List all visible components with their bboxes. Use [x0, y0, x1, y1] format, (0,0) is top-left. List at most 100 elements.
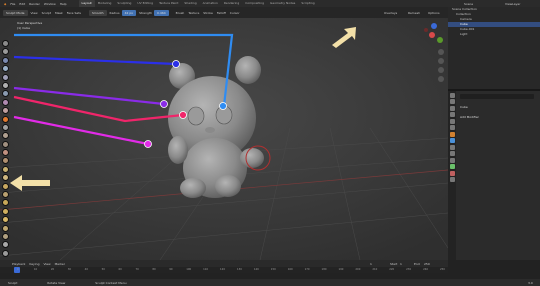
strength-field[interactable]: 0.464 [154, 9, 169, 16]
timeline-menu-marker[interactable]: Marker [55, 262, 65, 266]
tool-pose-brush-icon[interactable] [2, 199, 9, 207]
properties-search-input[interactable] [460, 94, 534, 99]
tool-layer-brush-icon[interactable] [2, 81, 9, 89]
menu-window[interactable]: Window [44, 2, 56, 6]
tool-crease-brush-icon[interactable] [2, 107, 9, 115]
menu-render[interactable]: Render [29, 2, 40, 6]
menu-view[interactable]: View [31, 11, 38, 15]
mode-selector[interactable]: Sculpt Mode [3, 9, 28, 16]
radius-field[interactable]: 42 px [121, 9, 137, 16]
physics-tab-icon[interactable] [449, 151, 455, 156]
timeline-header: Playback Keying View Marker 1 Start 1 En… [0, 260, 448, 267]
timeline-menu-view[interactable]: View [43, 262, 50, 266]
view-layer-tab-icon[interactable] [449, 112, 455, 117]
output-tab-icon[interactable] [449, 105, 455, 111]
tool-rotate-brush-icon[interactable] [2, 216, 9, 224]
world-tab-icon[interactable] [449, 125, 455, 130]
menu-face-sets[interactable]: Face Sets [67, 11, 81, 15]
texture-tab-icon[interactable] [449, 177, 455, 182]
properties-panel: Cube Add Modifier [448, 91, 540, 260]
material-tab-icon[interactable] [449, 170, 455, 176]
tab-rendering[interactable]: Rendering [221, 0, 242, 7]
tool-scrape-brush-icon[interactable] [2, 140, 9, 148]
tool-grab-brush-icon[interactable] [2, 165, 9, 173]
tool-simplify-brush-icon[interactable] [2, 249, 9, 257]
menu-brush[interactable]: Brush [176, 11, 185, 15]
menu-mask[interactable]: Mask [55, 11, 63, 15]
status-context-menu: Sculpt Context Menu [95, 280, 127, 285]
outliner-row[interactable]: Light [448, 32, 540, 37]
start-frame-field[interactable]: 1 [400, 262, 402, 266]
timeline-menu-keying[interactable]: Keying [29, 262, 39, 266]
tab-animation[interactable]: Animation [200, 0, 221, 7]
modifier-tab-icon[interactable] [449, 138, 455, 143]
object-tab-icon[interactable] [449, 131, 455, 137]
render-tab-icon[interactable] [449, 99, 455, 104]
properties-tabs [448, 91, 456, 260]
timeline-tick-label: 230 [406, 268, 412, 271]
menu-cursor[interactable]: Cursor [230, 11, 240, 15]
tool-draw-sharp-brush-icon[interactable] [2, 48, 9, 56]
strength-label: Strength [139, 10, 153, 15]
overlays-menu[interactable]: Overlays [384, 11, 397, 15]
timeline-ruler[interactable]: 0 10 20 30 40 50 60 70 80 90 100 110 120 130 140 150 160… [0, 267, 448, 273]
tab-scripting[interactable]: Scripting [298, 0, 317, 7]
constraints-tab-icon[interactable] [449, 157, 455, 163]
remesh-menu[interactable]: Remesh [408, 11, 420, 15]
particles-tab-icon[interactable] [449, 144, 455, 150]
menu-stroke[interactable]: Stroke [203, 11, 213, 15]
tab-sculpting[interactable]: Sculpting [114, 0, 134, 7]
timeline-tick-label: 190 [338, 268, 344, 271]
tool-draw-brush-icon[interactable] [2, 40, 9, 47]
add-modifier-button[interactable]: Add Modifier [460, 115, 479, 119]
blender-version: 3.0 [528, 280, 533, 285]
3d-viewport[interactable]: User Perspective (1) Cube [0, 18, 448, 260]
tab-compositing[interactable]: Compositing [242, 0, 267, 7]
highlight-arrow-top [332, 27, 356, 48]
tab-geometry-nodes[interactable]: Geometry Nodes [267, 0, 298, 7]
menu-texture[interactable]: Texture [188, 11, 199, 15]
menu-file[interactable]: File [10, 2, 15, 6]
tool-tab-icon[interactable] [449, 92, 455, 98]
tool-clay-thumb-brush-icon[interactable] [2, 73, 9, 81]
tool-multiplane-scrape-brush-icon[interactable] [2, 149, 9, 157]
viewport-canvas[interactable] [0, 18, 448, 260]
tool-nudge-brush-icon[interactable] [2, 207, 9, 215]
tool-blob-brush-icon[interactable] [2, 98, 9, 106]
tab-uv-editing[interactable]: UV Editing [134, 0, 156, 7]
menu-edit[interactable]: Edit [19, 2, 25, 6]
tool-clay-brush-icon[interactable] [2, 56, 9, 64]
timeline-tick-label: 140 [253, 268, 259, 271]
annotation-dot-red [179, 111, 187, 119]
annotation-dot-magenta [144, 140, 152, 148]
tab-layout[interactable]: Layout [78, 0, 95, 7]
tab-texture-paint[interactable]: Texture Paint [156, 0, 181, 7]
tool-flatten-brush-icon[interactable] [2, 123, 9, 131]
data-tab-icon[interactable] [449, 164, 455, 169]
menu-help[interactable]: Help [60, 2, 67, 6]
view-layer-name[interactable]: ViewLayer [505, 2, 520, 6]
brush-selector[interactable]: Smooth [88, 9, 107, 16]
scene-tab-icon[interactable] [449, 118, 455, 124]
timeline-tick-label: 200 [355, 268, 361, 271]
tab-shading[interactable]: Shading [181, 0, 199, 7]
menu-falloff[interactable]: Falloff [217, 11, 226, 15]
tool-slide-relax-brush-icon[interactable] [2, 224, 9, 232]
tool-clay-strips-brush-icon[interactable] [2, 65, 9, 73]
tool-fill-brush-icon[interactable] [2, 132, 9, 140]
timeline-menu-playback[interactable]: Playback [12, 262, 25, 266]
properties-object-name: Cube [460, 105, 468, 109]
blender-logo-icon[interactable]: ◆ [4, 2, 6, 6]
tool-pinch-brush-icon[interactable] [2, 157, 9, 165]
workspace-tabs: Layout Modeling Sculpting UV Editing Tex… [78, 0, 318, 7]
tool-smooth-brush-icon[interactable] [2, 115, 9, 123]
tool-inflate-brush-icon[interactable] [2, 90, 9, 98]
scene-name[interactable]: Scene [464, 2, 473, 6]
menu-sculpt[interactable]: Sculpt [42, 11, 51, 15]
current-frame-field[interactable]: 1 [370, 262, 372, 266]
end-frame-field[interactable]: 250 [424, 262, 430, 266]
tool-cloth-brush-icon[interactable] [2, 241, 9, 249]
options-menu[interactable]: Options [428, 11, 440, 15]
tool-boundary-brush-icon[interactable] [2, 232, 9, 240]
tab-modeling[interactable]: Modeling [95, 0, 115, 7]
